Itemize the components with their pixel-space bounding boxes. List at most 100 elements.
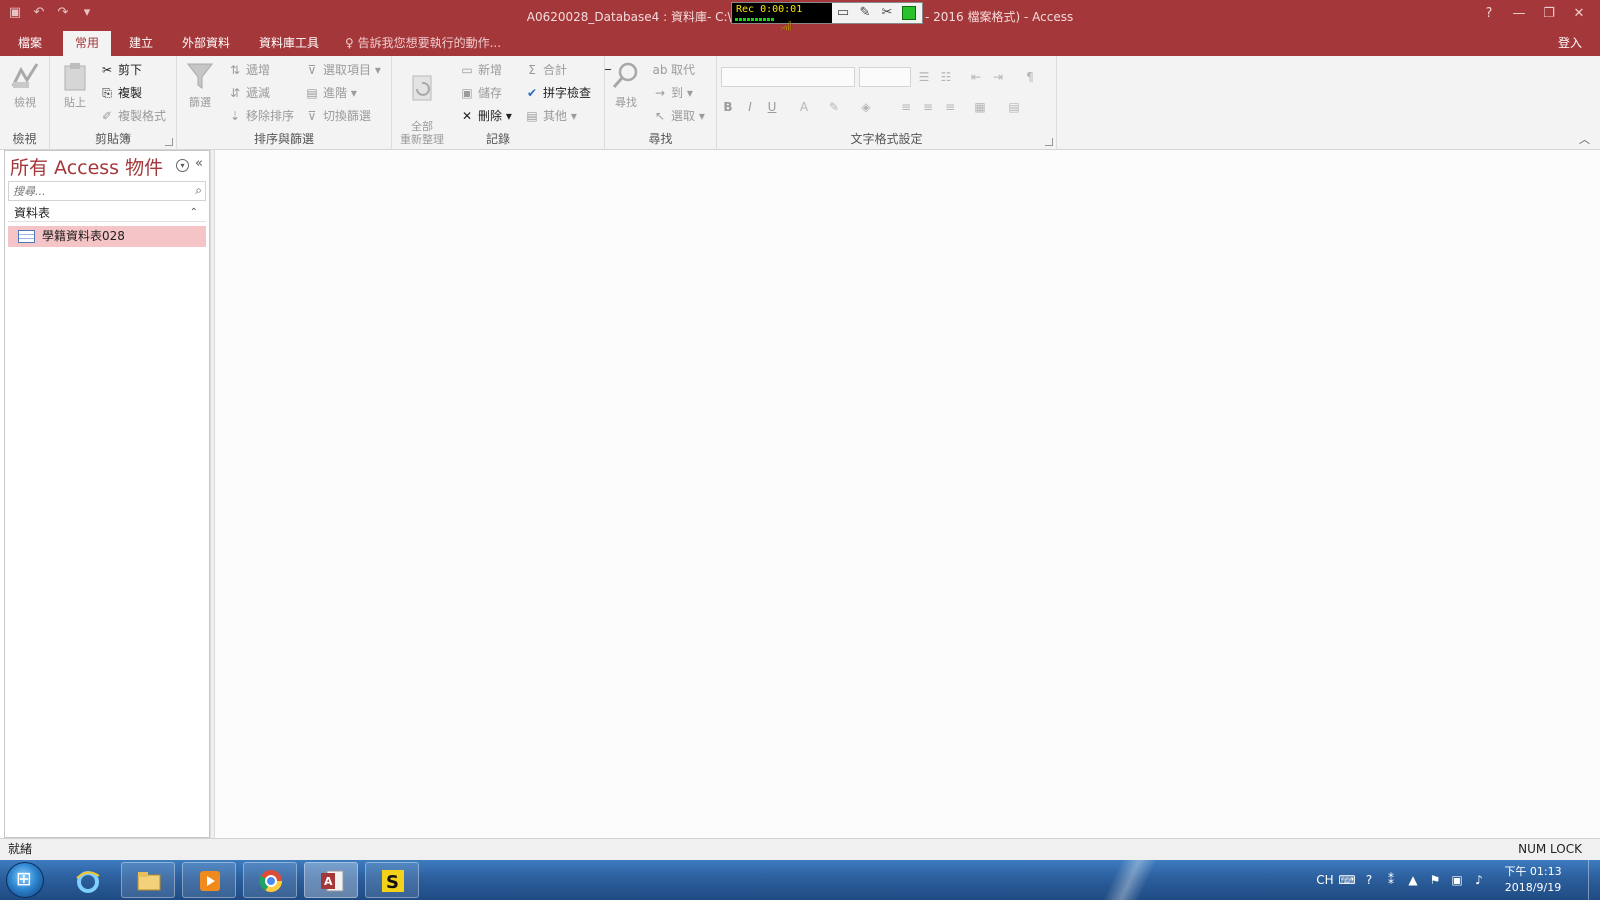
remove-sort-button[interactable]: ⇣ 移除排序	[227, 106, 294, 126]
nav-group-header-tables[interactable]: 資料表 ⌃	[8, 204, 206, 222]
text-formatting-launcher-icon[interactable]	[1045, 138, 1053, 146]
collapse-ribbon-icon[interactable]: ︿	[1579, 131, 1590, 147]
clock[interactable]: 下午 01:13 2018/9/19	[1490, 864, 1576, 896]
find-button[interactable]: 尋找	[609, 60, 643, 110]
clipboard-launcher-icon[interactable]	[165, 138, 173, 146]
remove-sort-label: 移除排序	[246, 109, 295, 123]
goto-label: 到	[671, 86, 684, 100]
language-indicator[interactable]: CH	[1314, 873, 1336, 887]
taskbar-ie[interactable]	[60, 862, 114, 898]
format-painter-button[interactable]: ✐ 複製格式	[99, 106, 166, 126]
taskbar-chrome[interactable]	[243, 862, 297, 898]
action-center-flag-icon[interactable]: ⚑	[1424, 873, 1446, 887]
underline-button[interactable]: U	[763, 98, 781, 116]
group-label-views: 檢視	[12, 132, 37, 146]
nav-pane-title[interactable]: 所有 Access 物件	[10, 153, 163, 180]
paragraph-direction-icon[interactable]: ¶	[1021, 68, 1039, 86]
save-record-button[interactable]: ▣ 儲存	[459, 83, 502, 103]
restore-button[interactable]: ❐	[1534, 3, 1564, 25]
taskbar-media-player[interactable]	[182, 862, 236, 898]
stop-recording-button[interactable]	[898, 3, 920, 23]
copy-button[interactable]: ⎘ 複製	[99, 83, 142, 103]
selection-button[interactable]: ⊽ 選取項目 ▾	[304, 60, 381, 80]
tab-database-tools[interactable]: 資料庫工具	[247, 31, 331, 56]
align-left-icon[interactable]: ≡	[897, 98, 915, 116]
help-circle-icon[interactable]: ?	[1358, 873, 1380, 887]
toggle-filter-button[interactable]: ⊽ 切換篩選	[304, 106, 371, 126]
sign-in-link[interactable]: 登入	[1558, 31, 1582, 56]
spelling-label: 拼字檢查	[543, 86, 592, 100]
paste-label: 貼上	[64, 96, 86, 109]
shutter-bar-collapse-icon[interactable]: «	[195, 156, 203, 171]
align-center-icon[interactable]: ≡	[919, 98, 937, 116]
pen-icon[interactable]: ✎	[854, 3, 876, 23]
ime-options-icon[interactable]: ⁑	[1380, 873, 1402, 887]
select-button[interactable]: ↖ 選取 ▾	[652, 106, 705, 126]
keyboard-icon[interactable]: ⌨	[1336, 873, 1358, 887]
more-icon: ▤	[526, 109, 538, 123]
selection-label: 選取項目	[323, 63, 372, 77]
tab-home[interactable]: 常用	[63, 31, 112, 56]
increase-indent-icon[interactable]: ⇥	[989, 68, 1007, 86]
decrease-indent-icon[interactable]: ⇤	[967, 68, 985, 86]
taskbar-explorer[interactable]	[121, 862, 175, 898]
totals-button[interactable]: Σ 合計	[524, 60, 567, 80]
search-icon[interactable]: ⌕	[195, 183, 202, 198]
sort-descending-button[interactable]: ⇵ 遞減	[227, 83, 270, 103]
scissors-icon[interactable]: ✂	[876, 3, 898, 23]
cut-button[interactable]: ✂ 剪下	[99, 60, 142, 80]
tab-create[interactable]: 建立	[117, 31, 165, 56]
taskbar-recorder-app[interactable]: S	[365, 862, 419, 898]
svg-text:S: S	[386, 872, 399, 893]
show-hidden-icons-icon[interactable]: ▲	[1402, 873, 1424, 887]
tab-file[interactable]: 檔案	[6, 31, 54, 56]
green-square-icon	[902, 5, 916, 20]
comment-icon[interactable]: ▭	[832, 3, 854, 23]
sort-asc-icon: ⇅	[229, 63, 241, 77]
recorder-time: Rec 0:00:01	[736, 4, 803, 15]
help-button[interactable]: ?	[1474, 3, 1504, 25]
volume-icon[interactable]: ♪	[1468, 873, 1490, 887]
goto-button[interactable]: → 到 ▾	[652, 83, 693, 103]
italic-button[interactable]: I	[741, 98, 759, 116]
show-desktop-button[interactable]	[1588, 860, 1600, 900]
tab-external-data[interactable]: 外部資料	[170, 31, 242, 56]
system-tray: CH ⌨ ? ⁑ ▲ ⚑ ▣ ♪ 下午 01:13 2018/9/19	[1314, 860, 1600, 900]
chevron-up-icon[interactable]: ⌃	[190, 204, 198, 222]
taskbar-access[interactable]: A	[304, 862, 358, 898]
delete-x-icon: ✕	[461, 109, 473, 123]
delete-record-button[interactable]: ✕ 刪除 ▾	[459, 106, 512, 126]
bold-button[interactable]: B	[719, 98, 737, 116]
view-button[interactable]: 檢視	[4, 60, 46, 110]
more-button[interactable]: ▤ 其他 ▾	[524, 106, 577, 126]
group-label-find: 尋找	[648, 132, 673, 146]
replace-button[interactable]: ab 取代	[652, 60, 696, 80]
network-icon[interactable]: ▣	[1446, 873, 1468, 887]
replace-label: 取代	[671, 63, 696, 77]
close-button[interactable]: ✕	[1564, 3, 1594, 25]
minimize-button[interactable]: —	[1504, 3, 1534, 25]
bullets-icon[interactable]: ☰	[915, 68, 933, 86]
tell-me-box[interactable]: ♀ 告訴我您想要執行的動作...	[345, 31, 501, 56]
advanced-button[interactable]: ▤ 進階 ▾	[304, 83, 357, 103]
highlight-icon[interactable]: ✎	[825, 98, 843, 116]
font-color-icon[interactable]: A	[795, 98, 813, 116]
internet-explorer-icon	[76, 871, 100, 893]
numbering-icon[interactable]: ☷	[937, 68, 955, 86]
sort-ascending-button[interactable]: ⇅ 遞增	[227, 60, 270, 80]
font-size-dropdown[interactable]	[859, 67, 911, 87]
spelling-button[interactable]: ✔ 拼字檢查	[524, 83, 591, 103]
alternate-row-color-icon[interactable]: ▦	[971, 98, 989, 116]
new-record-button[interactable]: ▭ 新增	[459, 60, 502, 80]
font-name-dropdown[interactable]	[721, 67, 855, 87]
align-right-icon[interactable]: ≡	[941, 98, 959, 116]
fill-color-icon[interactable]: ◈	[857, 98, 875, 116]
gridlines-icon[interactable]: ▤	[1005, 98, 1023, 116]
filter-button[interactable]: 篩選	[182, 60, 218, 110]
nav-menu-dropdown-icon[interactable]: ▾	[176, 159, 189, 172]
group-sort-filter: 篩選 ⇅ 遞增 ⇵ 遞減 ⇣ 移除排序 ⊽ 選取項目 ▾ ▤ 進階 ▾ ⊽ 切換篩選 排序與…	[177, 56, 392, 150]
nav-search-input[interactable]	[9, 182, 185, 200]
paste-button[interactable]: 貼上	[56, 60, 94, 110]
start-button[interactable]	[6, 862, 44, 898]
nav-item-table[interactable]: 學籍資料表028	[8, 226, 206, 247]
